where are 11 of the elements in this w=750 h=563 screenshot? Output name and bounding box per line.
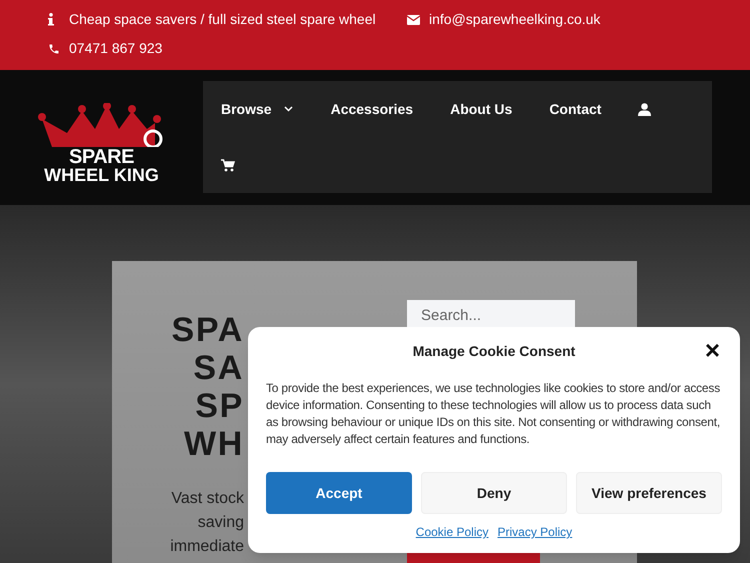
hero-title: SPA [172, 311, 244, 349]
logo-text: WHEEL KING [44, 166, 159, 184]
hero-title: SP [195, 387, 244, 425]
hero-text: saving [198, 513, 244, 533]
hero-text: immediate [170, 537, 244, 557]
dialog-body: To provide the best experiences, we use technologies like cookies to store and/or access device information. Consenting to these technologies will allow us to process data such as browsing behaviour or unique IDs on this site. Not consenting or withdrawing consent, may adversely affect certain features and functions. [266, 380, 721, 448]
hero-text: Vast stock [171, 489, 244, 509]
tagline-text: Cheap space savers / full sized steel spare wheel [69, 10, 376, 29]
hero-title: SA [193, 349, 244, 387]
logo-text: SPARE [69, 148, 134, 166]
hero-title: WH [184, 425, 244, 463]
